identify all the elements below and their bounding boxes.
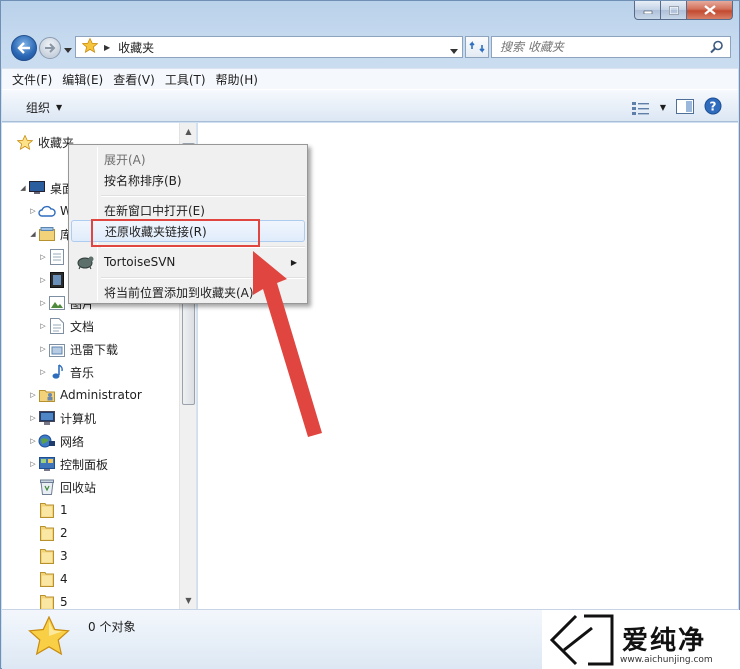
watermark-brand: 爱纯净 xyxy=(622,626,707,656)
watermark-url: www.aichunjing.com xyxy=(620,655,713,665)
watermark-logo: 爱纯净 www.aichunjing.com xyxy=(542,610,740,669)
explorer-window: ▶ 收藏夹 文件(F) 编辑(E) 查看(V) 工具(T) 帮助(H) xyxy=(0,0,740,669)
annotation-arrow xyxy=(253,251,322,437)
logo-mark-icon xyxy=(549,614,614,666)
